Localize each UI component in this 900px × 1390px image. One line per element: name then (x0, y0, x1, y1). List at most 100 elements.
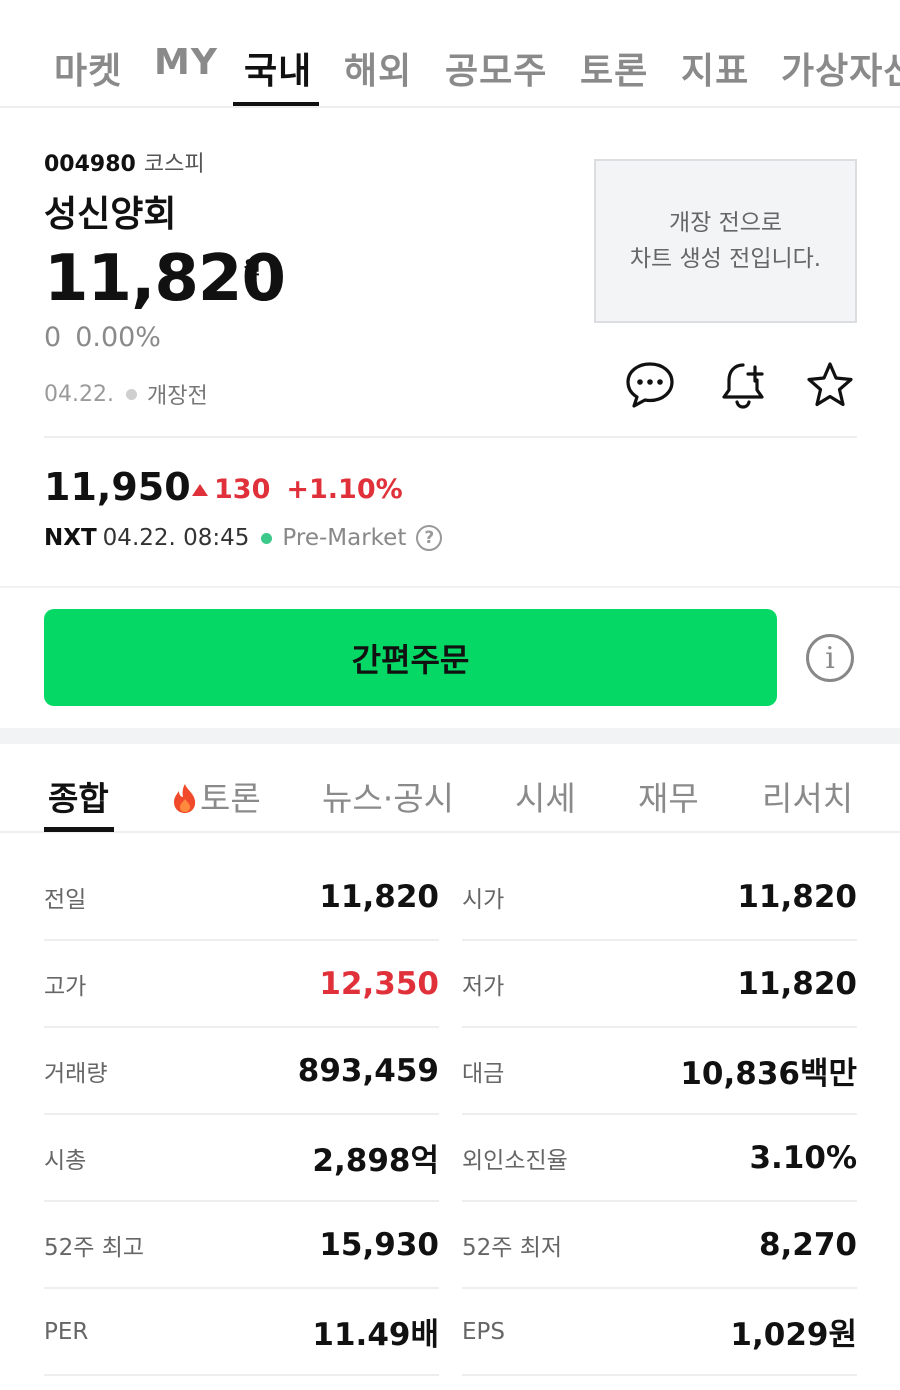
nxt-change-amount: 130 (214, 474, 271, 505)
stats-grid: 전일 11,820 시가 11,820 고가 12,350 저가 11,820 거래량 8… (44, 854, 857, 1376)
stat-label: 52주 최고 (44, 1234, 145, 1261)
tab-discussion-label: 토론 (200, 779, 261, 818)
tab-discussion-detail[interactable]: 토론 (170, 772, 261, 820)
change-percent: 0.00% (75, 322, 161, 353)
divider (0, 586, 900, 588)
stat-52w-low: 52주 최저 8,270 (462, 1202, 857, 1289)
star-icon (807, 362, 853, 407)
stat-per: PER 11.49배 (44, 1289, 439, 1376)
stat-market-cap: 시총 2,898억 (44, 1115, 439, 1202)
tab-market[interactable]: 마켓 (54, 42, 122, 94)
nxt-datetime: 04.22. 08:45 (102, 525, 250, 551)
tab-summary[interactable]: 종합 (48, 772, 109, 820)
chart-placeholder-line1: 개장 전으로 (668, 210, 783, 236)
stat-open: 시가 11,820 (462, 854, 857, 941)
stat-value: 1,029원 (730, 1317, 857, 1353)
stat-value: 15,930 (319, 1226, 439, 1263)
tab-ipo[interactable]: 공모주 (445, 42, 547, 94)
live-dot (261, 532, 273, 544)
stat-value: 10,836백만 (680, 1056, 857, 1092)
help-icon[interactable]: ? (416, 525, 443, 551)
tab-overseas[interactable]: 해외 (344, 42, 412, 94)
price-unit: 원 (244, 258, 261, 279)
stat-value: 11,820 (737, 965, 857, 1002)
tab-indicators[interactable]: 지표 (681, 42, 749, 94)
detail-tabs: 종합 토론 뉴스·공시 시세 재무 리서치 (0, 744, 900, 833)
stat-value: 8,270 (758, 1226, 857, 1263)
fire-icon (174, 784, 196, 813)
active-subtab-indicator (44, 827, 114, 832)
up-triangle-icon (192, 483, 208, 496)
tab-quotes[interactable]: 시세 (515, 772, 576, 820)
stat-prev-close: 전일 11,820 (44, 854, 439, 941)
stat-label: 대금 (462, 1060, 505, 1087)
tab-crypto[interactable]: 가상자산 (781, 42, 900, 94)
stat-label: 고가 (44, 973, 87, 1000)
tab-news[interactable]: 뉴스·공시 (322, 772, 454, 820)
stat-row: 52주 최고 15,930 52주 최저 8,270 (44, 1202, 857, 1289)
stock-name: 성신양회 (44, 194, 177, 235)
stat-label: EPS (462, 1318, 506, 1345)
alert-button[interactable] (716, 358, 770, 412)
nxt-info-line: NXT 04.22. 08:45 Pre-Market ? (44, 525, 443, 551)
status-date: 04.22. (44, 381, 114, 407)
stock-market: 코스피 (143, 152, 205, 177)
stat-label: PER (44, 1318, 89, 1345)
stat-eps: EPS 1,029원 (462, 1289, 857, 1376)
stat-52w-high: 52주 최고 15,930 (44, 1202, 439, 1289)
chart-placeholder-line2: 차트 생성 전입니다. (629, 246, 822, 272)
tab-my[interactable]: MY (154, 42, 218, 83)
stat-value: 12,350 (319, 965, 439, 1002)
price-change: 0 0.00% (44, 322, 161, 353)
stat-row: PER 11.49배 EPS 1,029원 (44, 1289, 857, 1376)
stat-label: 시가 (462, 886, 505, 913)
tab-discussion[interactable]: 토론 (580, 42, 648, 94)
stat-turnover: 대금 10,836백만 (462, 1028, 857, 1115)
stat-value: 11.49배 (312, 1317, 439, 1353)
stat-label: 시총 (44, 1147, 87, 1174)
nxt-session: Pre-Market (282, 525, 407, 551)
chat-button[interactable] (623, 358, 677, 412)
change-amount: 0 (44, 322, 62, 353)
info-icon[interactable]: i (806, 634, 854, 682)
stat-label: 거래량 (44, 1060, 108, 1087)
stock-code-line: 004980 코스피 (44, 146, 205, 178)
stat-row: 고가 12,350 저가 11,820 (44, 941, 857, 1028)
stat-low: 저가 11,820 (462, 941, 857, 1028)
tab-domestic[interactable]: 국내 (244, 42, 312, 94)
stat-foreign-ratio: 외인소진율 3.10% (462, 1115, 857, 1202)
status-dot (125, 388, 137, 400)
nxt-price: 11,950 (44, 465, 191, 509)
section-separator (0, 728, 900, 744)
stat-value: 11,820 (319, 878, 439, 915)
bell-plus-icon (722, 363, 764, 409)
active-tab-indicator (233, 102, 319, 106)
stat-volume: 거래량 893,459 (44, 1028, 439, 1115)
status-state: 개장전 (146, 384, 208, 409)
stat-row: 시총 2,898억 외인소진율 3.10% (44, 1115, 857, 1202)
stat-row: 거래량 893,459 대금 10,836백만 (44, 1028, 857, 1115)
stat-value: 893,459 (297, 1052, 439, 1089)
nxt-change-percent: +1.10% (286, 474, 403, 505)
stat-value: 3.10% (749, 1139, 857, 1176)
chat-icon (626, 362, 674, 408)
tab-financials[interactable]: 재무 (638, 772, 699, 820)
nxt-label: NXT (44, 525, 97, 551)
chart-placeholder: 개장 전으로 차트 생성 전입니다. (594, 159, 857, 323)
stat-label: 전일 (44, 886, 87, 913)
favorite-button[interactable] (803, 358, 857, 412)
quick-order-button[interactable]: 간편주문 (44, 609, 777, 706)
tab-research[interactable]: 리서치 (762, 772, 853, 820)
stat-value: 11,820 (737, 878, 857, 915)
stat-label: 52주 최저 (462, 1234, 563, 1261)
nxt-change: 130 +1.10% (192, 474, 403, 505)
market-status: 04.22. 개장전 (44, 378, 208, 410)
stat-label: 외인소진율 (462, 1147, 568, 1174)
stock-code: 004980 (44, 152, 136, 177)
divider (44, 436, 857, 438)
stat-high: 고가 12,350 (44, 941, 439, 1028)
stat-row: 전일 11,820 시가 11,820 (44, 854, 857, 941)
stat-value: 2,898억 (312, 1143, 439, 1179)
stat-label: 저가 (462, 973, 505, 1000)
top-nav: 마켓 MY 국내 해외 공모주 토론 지표 가상자산 (0, 0, 900, 108)
